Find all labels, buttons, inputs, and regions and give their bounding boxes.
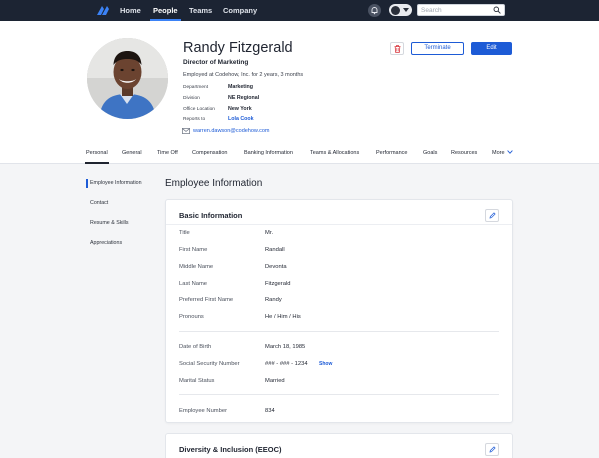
basic-information-card: Basic Information Title Mr. First Name R…: [165, 199, 513, 423]
pencil-icon: [489, 212, 496, 219]
search-input[interactable]: [421, 5, 491, 15]
nav-link-company[interactable]: Company: [223, 0, 257, 21]
tab-more-label: More: [492, 150, 505, 156]
field-value: 834: [265, 408, 275, 414]
field-label: First Name: [179, 247, 208, 253]
notifications-bell-icon[interactable]: [368, 4, 381, 17]
field-value: Randall: [265, 247, 285, 253]
tab-more[interactable]: More: [492, 150, 513, 156]
department-value: Marketing: [228, 84, 254, 90]
tab-general[interactable]: General: [122, 150, 142, 156]
card-title: Basic Information: [179, 211, 243, 220]
leftnav-contact[interactable]: Contact: [90, 200, 108, 206]
field-label: Pronouns: [179, 314, 204, 320]
division-value: NE Regional: [228, 95, 260, 101]
field-label: Title: [179, 230, 190, 236]
office-location-label: Office Location: [183, 107, 215, 112]
field-label: Social Security Number: [179, 361, 240, 367]
tab-time-off[interactable]: Time Off: [157, 150, 178, 156]
search-icon[interactable]: [493, 6, 501, 14]
divider: [166, 224, 512, 225]
mail-icon: [182, 128, 190, 134]
field-value: Mr.: [265, 230, 274, 236]
diversity-inclusion-card: Diversity & Inclusion (EEOC): [165, 433, 513, 458]
edit-diversity-button[interactable]: [485, 443, 499, 456]
chevron-down-icon: [506, 150, 513, 154]
profile-tabs: Personal General Time Off Compensation B…: [0, 145, 599, 164]
leftnav-employee-information[interactable]: Employee Information: [86, 179, 142, 188]
profile-photo: [87, 38, 168, 119]
nav-link-people[interactable]: People: [150, 0, 181, 21]
tab-personal[interactable]: Personal: [85, 150, 109, 164]
employment-duration: Employed at Codehow, Inc. for 2 years, 3…: [183, 72, 304, 78]
reports-to-label: Reports to: [183, 117, 206, 122]
tab-goals[interactable]: Goals: [423, 150, 437, 156]
field-label: Employee Number: [179, 408, 228, 414]
chevron-down-icon: [403, 8, 409, 12]
field-value: He / Him / His: [265, 314, 301, 320]
section-title: Employee Information: [165, 178, 263, 189]
department-label: Department: [183, 85, 209, 90]
divider: [179, 394, 499, 395]
division-label: Division: [183, 96, 200, 101]
tab-banking-information[interactable]: Banking Information: [244, 150, 293, 156]
field-label: Middle Name: [179, 264, 214, 270]
divider: [179, 331, 499, 332]
top-navigation-bar: Home People Teams Company: [0, 0, 599, 21]
field-value: Devonta: [265, 264, 287, 270]
field-value: Randy: [265, 297, 282, 303]
delete-button[interactable]: [390, 42, 404, 55]
trash-icon: [394, 45, 401, 53]
card-title: Diversity & Inclusion (EEOC): [179, 445, 282, 454]
field-label: Last Name: [179, 281, 208, 287]
pencil-icon: [489, 446, 496, 453]
field-label: Date of Birth: [179, 344, 212, 350]
edit-button[interactable]: Edit: [471, 42, 512, 55]
terminate-button[interactable]: Terminate: [411, 42, 464, 55]
field-label: Marital Status: [179, 378, 215, 384]
field-value: Fitzgerald: [265, 281, 291, 287]
tab-performance[interactable]: Performance: [376, 150, 408, 156]
nav-link-teams[interactable]: Teams: [189, 0, 212, 21]
field-label: Preferred First Name: [179, 297, 234, 303]
leftnav-appreciations[interactable]: Appreciations: [90, 240, 122, 246]
tab-compensation[interactable]: Compensation: [192, 150, 227, 156]
employee-name: Randy Fitzgerald: [183, 40, 293, 56]
office-location-value: New York: [228, 106, 252, 112]
user-avatar: [391, 5, 400, 15]
tab-resources[interactable]: Resources: [451, 150, 477, 156]
tab-teams-allocations[interactable]: Teams & Allocations: [310, 150, 359, 156]
leftnav-resume-skills[interactable]: Resume & Skills: [90, 220, 129, 226]
show-ssn-link[interactable]: Show: [319, 361, 332, 367]
reports-to-link[interactable]: Lola Cook: [228, 116, 254, 122]
ssn-masked-value: ### - ### - 1234: [265, 361, 308, 367]
edit-basic-info-button[interactable]: [485, 209, 499, 222]
field-value: March 18, 1985: [265, 344, 306, 350]
email-link[interactable]: warren.dawson@codehow.com: [193, 128, 270, 134]
nav-link-home[interactable]: Home: [120, 0, 141, 21]
codehow-logo-icon[interactable]: [96, 4, 110, 17]
user-menu-button[interactable]: [389, 4, 412, 16]
search-box: [417, 4, 505, 16]
field-value: Married: [265, 378, 285, 384]
employee-job-title: Director of Marketing: [183, 59, 249, 66]
